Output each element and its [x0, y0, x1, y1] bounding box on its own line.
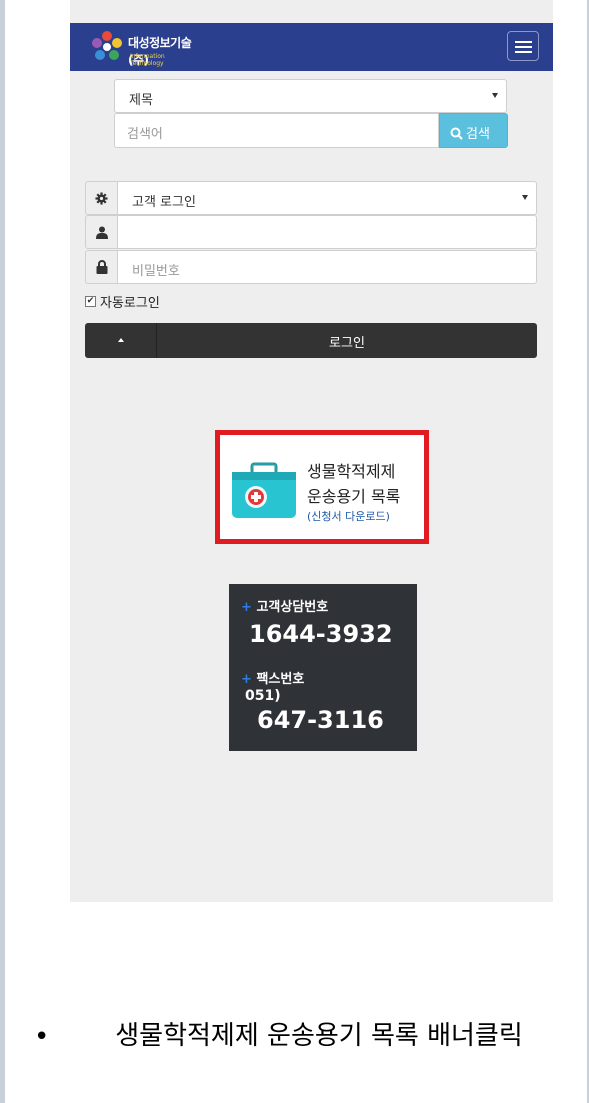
banner-line3: (신청서 다운로드): [307, 510, 390, 523]
bullet-icon: •: [34, 1022, 50, 1052]
hamburger-icon: [515, 41, 532, 43]
fax-label: 팩스번호: [256, 672, 305, 687]
lock-icon-addon: [85, 250, 118, 284]
autologin-label: 자동로그인: [100, 296, 160, 311]
caption-text: 생물학적제제 운송용기 목록 배너클릭: [115, 1021, 523, 1051]
plus-icon: +: [241, 600, 252, 615]
top-navbar: 대성정보기술(주) Information Technology: [70, 23, 553, 71]
mobile-screen: 대성정보기술(주) Information Technology 제목 검색어 …: [70, 0, 553, 902]
logo-subtext: Information Technology: [130, 53, 165, 67]
password-input[interactable]: 비밀번호: [118, 250, 537, 284]
username-input[interactable]: [118, 215, 537, 249]
gear-icon: [95, 191, 108, 205]
phone-number: 1644-3932: [249, 620, 393, 648]
plus-icon: +: [241, 672, 252, 687]
banner-line2: 운송용기 목록: [307, 487, 401, 506]
phone-label-row: + 고객상담번호: [241, 596, 328, 615]
autologin-checkbox[interactable]: ✔: [85, 296, 96, 307]
search-input-placeholder: 검색어: [127, 127, 163, 142]
hamburger-menu-button[interactable]: [507, 31, 539, 61]
login-type-value: 고객 로그인: [132, 195, 196, 210]
autologin-option[interactable]: ✔ 자동로그인: [85, 292, 160, 311]
gear-icon-addon: [85, 181, 118, 215]
container-list-banner[interactable]: 생물학적제제 운송용기 목록 (신청서 다운로드): [215, 430, 429, 544]
banner-line1: 생물학적제제: [307, 462, 396, 481]
logo-flower-icon: [92, 31, 122, 60]
contact-info-box: + 고객상담번호 1644-3932 + 팩스번호 051) 647-3116: [229, 584, 417, 751]
collapse-toggle-button[interactable]: [85, 323, 157, 358]
login-type-row: 고객 로그인: [85, 181, 537, 215]
select-caret-icon: [522, 195, 528, 200]
search-input[interactable]: 검색어: [114, 113, 439, 148]
username-row: [85, 215, 537, 249]
fax-label-row: + 팩스번호: [241, 668, 304, 687]
company-logo[interactable]: 대성정보기술(주) Information Technology: [88, 27, 198, 67]
login-type-select[interactable]: 고객 로그인: [118, 181, 537, 215]
medical-kit-icon: [232, 462, 296, 518]
search-button-label: 검색: [466, 127, 490, 142]
caret-up-icon: [118, 338, 124, 342]
lock-icon: [96, 260, 107, 274]
search-button[interactable]: 검색: [439, 113, 508, 148]
search-field-select[interactable]: 제목: [114, 79, 507, 113]
phone-label: 고객상담번호: [256, 600, 329, 615]
login-button-group: 로그인: [85, 323, 537, 358]
login-button[interactable]: 로그인: [157, 332, 537, 351]
password-placeholder: 비밀번호: [132, 264, 180, 279]
user-icon-addon: [85, 215, 118, 249]
select-caret-icon: [492, 93, 498, 98]
user-icon: [95, 226, 108, 239]
fax-number: 647-3116: [257, 706, 384, 734]
fax-area-code: 051): [245, 688, 281, 704]
password-row: 비밀번호: [85, 250, 537, 284]
search-field-select-value: 제목: [129, 93, 153, 108]
search-icon: [450, 127, 463, 140]
